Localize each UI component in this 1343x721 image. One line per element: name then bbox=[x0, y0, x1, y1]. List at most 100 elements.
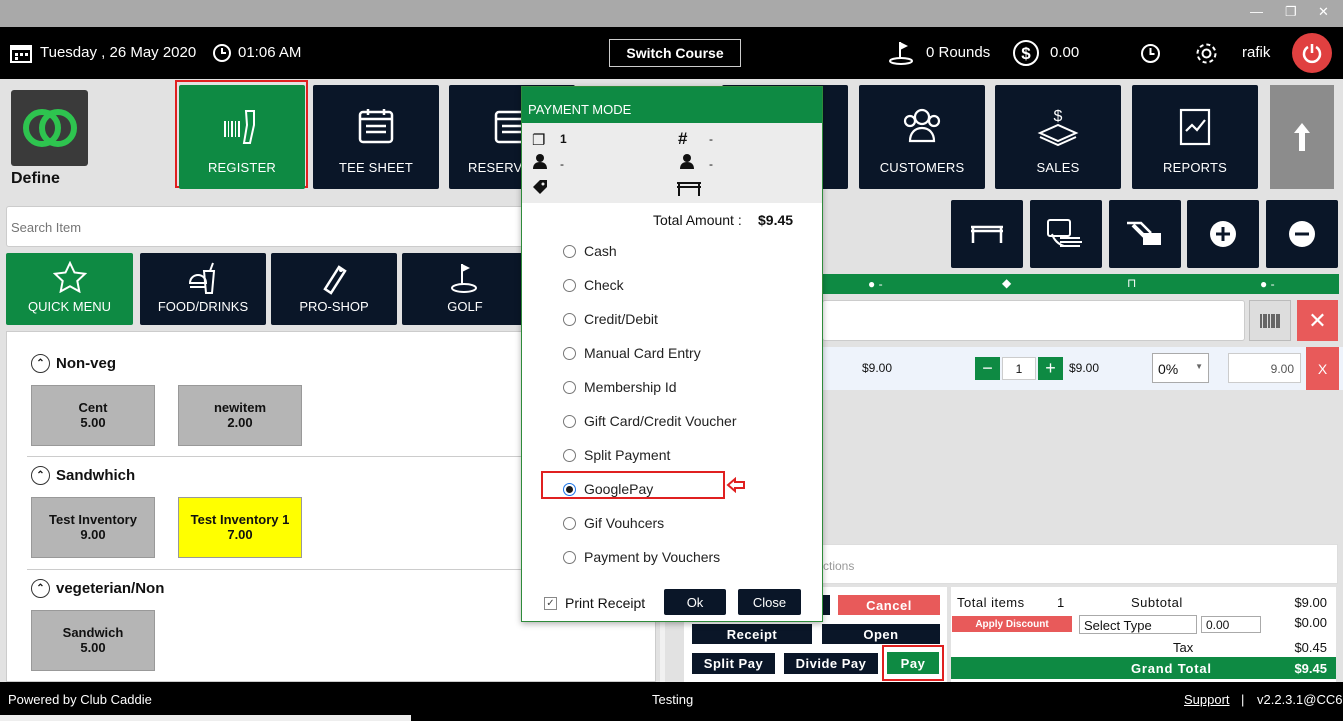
environment-label: Testing bbox=[652, 692, 694, 707]
nav-reports[interactable]: REPORTS bbox=[1132, 85, 1258, 189]
item-name: Test Inventory 1 bbox=[190, 512, 290, 527]
scroll-up-button[interactable] bbox=[1270, 85, 1334, 189]
category-pro-shop[interactable]: PRO-SHOP bbox=[271, 253, 397, 325]
nav-sales-label: SALES bbox=[1036, 160, 1080, 175]
close-icon: ✕ bbox=[1308, 307, 1327, 333]
search-input[interactable] bbox=[11, 217, 511, 237]
radio-button[interactable] bbox=[563, 244, 576, 258]
item-tile[interactable]: newitem 2.00 bbox=[178, 385, 302, 446]
item-tile[interactable]: Sandwich 5.00 bbox=[31, 610, 155, 671]
power-button[interactable] bbox=[1292, 33, 1332, 73]
payment-option-membership[interactable]: Membership Id bbox=[563, 379, 677, 395]
table-button[interactable] bbox=[951, 200, 1023, 268]
radio-button[interactable] bbox=[563, 414, 576, 428]
nav-sales[interactable]: $ SALES bbox=[995, 85, 1121, 189]
payment-option-cash[interactable]: Cash bbox=[563, 243, 617, 259]
open-button[interactable]: Open bbox=[822, 624, 940, 644]
minimize-icon[interactable]: — bbox=[1250, 4, 1263, 19]
clear-cart-button[interactable]: ✕ bbox=[1297, 300, 1338, 341]
radio-button[interactable] bbox=[563, 516, 576, 530]
balance-amount: 0.00 bbox=[1050, 44, 1080, 61]
cancel-button[interactable]: Cancel bbox=[838, 595, 940, 615]
discount-type-select[interactable]: Select Type bbox=[1079, 615, 1197, 634]
restore-icon[interactable]: ❐ bbox=[1285, 4, 1297, 20]
group-name: Non-veg bbox=[56, 355, 116, 372]
group-header-vegeterian[interactable]: ⌃ vegeterian/Non bbox=[31, 579, 164, 598]
payment-option-split[interactable]: Split Payment bbox=[563, 447, 670, 463]
payment-option-check[interactable]: Check bbox=[563, 277, 624, 293]
settings-gear-icon[interactable] bbox=[1193, 40, 1220, 67]
tax-label: Tax bbox=[1173, 640, 1194, 655]
remove-line-button[interactable]: X bbox=[1306, 347, 1339, 390]
radio-button[interactable] bbox=[563, 380, 576, 394]
subtotal-label: Subtotal bbox=[1131, 595, 1183, 610]
barcode-button[interactable] bbox=[1249, 300, 1291, 341]
radio-button-selected[interactable] bbox=[563, 482, 576, 496]
switch-course-button[interactable]: Switch Course bbox=[609, 39, 741, 67]
brand-name: Define bbox=[11, 170, 60, 187]
hidden-action-button[interactable] bbox=[822, 595, 830, 615]
receipt-button[interactable]: Receipt bbox=[692, 624, 812, 644]
hand-card-button[interactable] bbox=[1030, 200, 1102, 268]
pay-button[interactable]: Pay bbox=[887, 652, 939, 674]
radio-button[interactable] bbox=[563, 550, 576, 564]
add-button[interactable] bbox=[1187, 200, 1259, 268]
qty-minus-button[interactable]: − bbox=[975, 357, 1000, 380]
discount-value-input[interactable]: 0.00 bbox=[1201, 616, 1261, 633]
close-button[interactable]: Close bbox=[738, 589, 801, 615]
radio-button[interactable] bbox=[563, 346, 576, 360]
clock-icon bbox=[213, 44, 231, 62]
cart-customer: ● - bbox=[868, 277, 883, 291]
print-receipt-checkbox[interactable]: ✓ Print Receipt bbox=[544, 595, 645, 611]
hash-value: - bbox=[709, 132, 713, 146]
discount-select[interactable]: 0% ▼ bbox=[1152, 353, 1209, 383]
history-clock-icon[interactable] bbox=[1140, 43, 1161, 64]
line-amount-input[interactable]: 9.00 bbox=[1228, 353, 1301, 383]
radio-button[interactable] bbox=[563, 448, 576, 462]
line-price: $9.00 bbox=[862, 361, 893, 375]
option-label: Credit/Debit bbox=[584, 311, 658, 327]
category-food-drinks[interactable]: FOOD/DRINKS bbox=[140, 253, 266, 325]
user-name[interactable]: rafik bbox=[1242, 44, 1270, 61]
nav-register[interactable]: REGISTER bbox=[179, 85, 305, 189]
category-quick-menu[interactable]: QUICK MENU bbox=[6, 253, 133, 325]
category-quick-menu-label: QUICK MENU bbox=[27, 299, 112, 314]
group-header-nonveg[interactable]: ⌃ Non-veg bbox=[31, 354, 116, 373]
reports-icon bbox=[1179, 108, 1211, 146]
payment-option-googlepay[interactable]: GooglePay bbox=[563, 481, 653, 497]
divide-pay-button[interactable]: Divide Pay bbox=[784, 653, 878, 674]
search-box[interactable] bbox=[6, 206, 526, 247]
dollar-icon: $ bbox=[1013, 40, 1039, 66]
payment-hand-button[interactable] bbox=[1109, 200, 1181, 268]
apply-discount-button[interactable]: Apply Discount bbox=[952, 616, 1072, 632]
group-header-sandwhich[interactable]: ⌃ Sandwhich bbox=[31, 466, 135, 485]
item-tile[interactable]: Cent 5.00 bbox=[31, 385, 155, 446]
item-tile-highlighted[interactable]: Test Inventory 1 7.00 bbox=[178, 497, 302, 558]
nav-customers[interactable]: CUSTOMERS bbox=[859, 85, 985, 189]
item-tile[interactable]: Test Inventory 9.00 bbox=[31, 497, 155, 558]
nav-tee-sheet[interactable]: TEE SHEET bbox=[313, 85, 439, 189]
cart-scan-input[interactable] bbox=[822, 300, 1245, 341]
payment-option-gift-card[interactable]: Gift Card/Credit Voucher bbox=[563, 413, 737, 429]
radio-button[interactable] bbox=[563, 278, 576, 292]
category-golf[interactable]: GOLF bbox=[402, 253, 528, 325]
barcode-icon bbox=[1260, 313, 1280, 328]
cart-server: ● - bbox=[1260, 277, 1275, 291]
support-link[interactable]: Support bbox=[1184, 692, 1230, 707]
payment-option-credit-debit[interactable]: Credit/Debit bbox=[563, 311, 658, 327]
checkbox-checked-icon[interactable]: ✓ bbox=[544, 596, 557, 610]
footer-divider: | bbox=[1241, 692, 1245, 707]
ok-button[interactable]: Ok bbox=[664, 589, 726, 615]
cart-line[interactable]: $9.00 − 1 + $9.00 0% ▼ 9.00 X bbox=[822, 347, 1343, 390]
payment-option-manual-card[interactable]: Manual Card Entry bbox=[563, 345, 701, 361]
remove-button[interactable] bbox=[1266, 200, 1338, 268]
split-pay-button[interactable]: Split Pay bbox=[692, 653, 775, 674]
radio-button[interactable] bbox=[563, 312, 576, 326]
group-name: vegeterian/Non bbox=[56, 580, 165, 597]
payment-option-gif-vouchers[interactable]: Gif Vouhcers bbox=[563, 515, 664, 531]
payment-option-vouchers[interactable]: Payment by Vouchers bbox=[563, 549, 720, 565]
qty-plus-button[interactable]: + bbox=[1038, 357, 1063, 380]
close-window-icon[interactable]: ✕ bbox=[1318, 4, 1329, 20]
qty-input[interactable]: 1 bbox=[1002, 357, 1036, 380]
special-instructions-input[interactable]: ctions bbox=[822, 544, 1338, 584]
